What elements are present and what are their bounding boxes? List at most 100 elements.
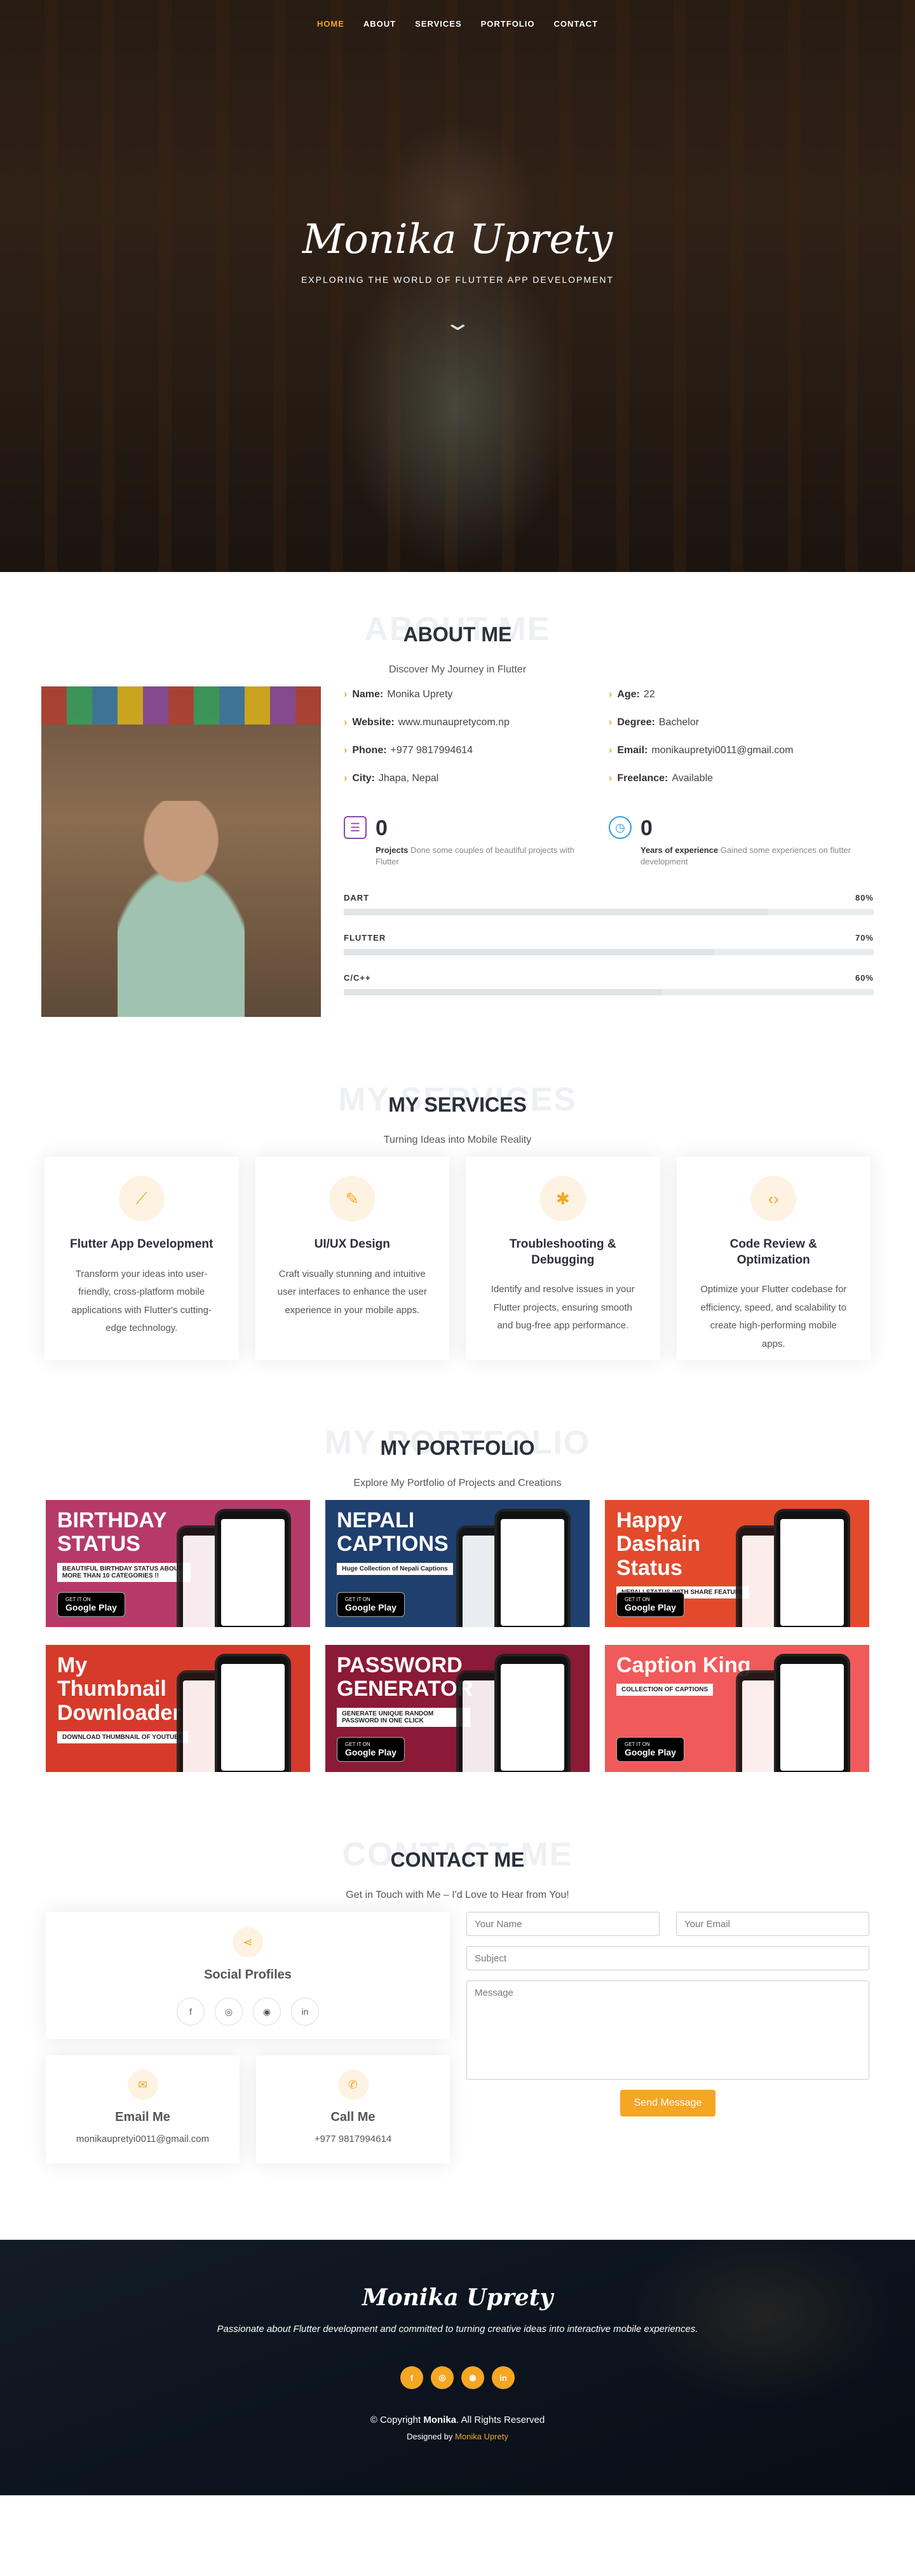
nav-about[interactable]: ABOUT xyxy=(363,19,396,29)
count-text: Years of experience Gained some experien… xyxy=(640,845,857,868)
skill-name: FLUTTER xyxy=(344,933,386,943)
message-input[interactable]: Message xyxy=(466,1980,869,2080)
contact-cards: ✉ Email Me monikaupretyi0011@gmail.com ✆… xyxy=(46,2055,450,2164)
name-input[interactable]: Your Name xyxy=(466,1912,660,1936)
clock-icon: ◷ xyxy=(609,816,632,839)
nav-contact[interactable]: CONTACT xyxy=(553,19,598,29)
facebook-icon[interactable]: f xyxy=(400,2366,423,2389)
phone-mockup xyxy=(215,1509,291,1627)
play-small: GET IT ON xyxy=(345,1597,370,1602)
bug-icon: ✱ xyxy=(539,1176,586,1222)
chevron-right-icon: › xyxy=(344,745,348,756)
service-desc: Craft visually stunning and intuitive us… xyxy=(277,1268,427,1316)
info-degree: › Degree: Bachelor xyxy=(609,717,874,728)
info-city: › City: Jhapa, Nepal xyxy=(344,773,609,784)
portfolio-item-tag: GENERATE UNIQUE RANDOM PASSWORD IN ONE C… xyxy=(337,1707,470,1727)
chevron-down-icon[interactable]: ⌄ xyxy=(443,310,472,336)
footer-social: f ◎ ◉ in xyxy=(0,2366,915,2389)
info-value: +977 9817994614 xyxy=(390,745,473,756)
email-input[interactable]: Your Email xyxy=(676,1912,869,1936)
portfolio-title: MY PORTFOLIO xyxy=(380,1436,535,1459)
copy-prefix: © Copyright xyxy=(370,2415,421,2425)
google-play-badge: GET IT ON Google Play xyxy=(616,1592,684,1617)
chevron-right-icon: › xyxy=(609,745,613,756)
phone-icon: ✆ xyxy=(337,2069,369,2100)
journal-icon: ☰ xyxy=(344,816,367,839)
count-number: 0 xyxy=(376,816,388,840)
portfolio-item-tag: Huge Collection of Nepali Captions xyxy=(337,1562,453,1575)
service-card[interactable]: ✎ UI/UX Design Craft visually stunning a… xyxy=(255,1157,449,1360)
linkedin-icon[interactable]: in xyxy=(492,2366,515,2389)
chevron-right-icon: › xyxy=(609,689,613,700)
chevron-right-icon: › xyxy=(609,773,613,784)
play-small: GET IT ON xyxy=(65,1597,91,1602)
social-links: f ◎ ◉ in xyxy=(46,1998,450,2026)
skills: DART 80% FLUTTER 70% C/C++ 60% xyxy=(344,893,874,996)
service-desc: Transform your ideas into user-friendly,… xyxy=(71,1268,212,1334)
email-card: ✉ Email Me monikaupretyi0011@gmail.com xyxy=(46,2055,240,2164)
phone-value[interactable]: +977 9817994614 xyxy=(256,2134,450,2144)
main-nav: HOME ABOUT SERVICES PORTFOLIO CONTACT xyxy=(0,19,915,29)
skill-cpp: C/C++ 60% xyxy=(344,973,874,996)
call-title: Call Me xyxy=(330,2110,376,2124)
service-card[interactable]: ⟋ Flutter App Development Transform your… xyxy=(44,1157,239,1360)
nav-services[interactable]: SERVICES xyxy=(415,19,462,29)
about-content: › Name: Monika Uprety › Age: 22 › Website: www… xyxy=(41,686,874,1017)
footer-desc: Passionate about Flutter development and… xyxy=(217,2324,698,2334)
chevron-right-icon: › xyxy=(609,717,613,728)
count-text: Projects Done some couples of beautiful … xyxy=(376,845,592,868)
google-play-badge: GET IT ON Google Play xyxy=(57,1592,125,1617)
flutter-icon: ⟋ xyxy=(118,1176,165,1222)
info-value: Jhapa, Nepal xyxy=(378,773,439,784)
portfolio-item[interactable]: BIRTHDAY STATUS BEAUTIFUL BIRTHDAY STATU… xyxy=(46,1500,310,1627)
designer-link[interactable]: Monika Uprety xyxy=(455,2432,508,2441)
facebook-icon[interactable]: f xyxy=(177,1998,205,2026)
phone-mockup xyxy=(774,1509,850,1627)
hero-section: HOME ABOUT SERVICES PORTFOLIO CONTACT Mo… xyxy=(0,0,915,572)
share-icon: ⋖ xyxy=(233,1927,263,1958)
play-label: Google Play xyxy=(65,1602,117,1612)
linkedin-icon[interactable]: in xyxy=(291,1998,319,2026)
skill-pct: 60% xyxy=(855,973,874,983)
service-title: Troubleshooting & Debugging xyxy=(509,1237,616,1267)
info-label: Freelance: xyxy=(617,773,668,784)
portfolio-item-title: Caption King xyxy=(616,1653,751,1677)
info-label: Name: xyxy=(352,689,384,700)
portfolio-item-title: NEPALI CAPTIONS xyxy=(337,1508,449,1557)
services-grid: ⟋ Flutter App Development Transform your… xyxy=(44,1157,871,1360)
email-value[interactable]: monikaupretyi0011@gmail.com xyxy=(46,2134,240,2144)
contact-subtitle: Get in Touch with Me – I'd Love to Hear … xyxy=(346,1890,569,1900)
service-title: Flutter App Development xyxy=(70,1237,214,1251)
footer-name: Monika Uprety xyxy=(362,2284,553,2311)
email-title: Email Me xyxy=(115,2110,170,2124)
subject-input[interactable]: Subject xyxy=(466,1946,869,1970)
play-label: Google Play xyxy=(345,1602,396,1612)
nav-portfolio[interactable]: PORTFOLIO xyxy=(481,19,535,29)
service-desc: Optimize your Flutter codebase for effic… xyxy=(700,1284,847,1349)
nav-home[interactable]: HOME xyxy=(317,19,344,29)
portfolio-item[interactable]: PASSWORD GENERATOR GENERATE UNIQUE RANDO… xyxy=(325,1645,590,1772)
services-subtitle: Turning Ideas into Mobile Reality xyxy=(383,1135,532,1145)
portfolio-item-title: BIRTHDAY STATUS xyxy=(57,1508,166,1557)
instagram-icon[interactable]: ◎ xyxy=(431,2366,454,2389)
count-label: Projects xyxy=(376,845,409,855)
google-play-badge: GET IT ON Google Play xyxy=(337,1592,405,1617)
service-card[interactable]: ‹› Code Review & Optimization Optimize y… xyxy=(676,1157,871,1360)
portfolio-item[interactable]: Happy Dashain Status NEPALI STATUS WITH … xyxy=(605,1500,869,1627)
phone-mockup xyxy=(494,1509,571,1627)
instagram-icon[interactable]: ◎ xyxy=(215,1998,243,2026)
portfolio-item[interactable]: NEPALI CAPTIONS Huge Collection of Nepal… xyxy=(325,1500,590,1627)
github-icon[interactable]: ◉ xyxy=(461,2366,484,2389)
portfolio-item[interactable]: Caption King COLLECTION OF CAPTIONS GET … xyxy=(605,1645,869,1772)
copy-name: Monika xyxy=(423,2415,457,2425)
send-message-button[interactable]: Send Message xyxy=(620,2090,715,2116)
github-icon[interactable]: ◉ xyxy=(253,1998,281,2026)
portfolio-item[interactable]: My Thumbnail Downloader DOWNLOAD THUMBNA… xyxy=(46,1645,310,1772)
service-card[interactable]: ✱ Troubleshooting & Debugging Identify a… xyxy=(466,1157,660,1360)
portfolio-item-tag: DOWNLOAD THUMBNAIL OF YOUTUBE xyxy=(57,1731,189,1744)
portfolio-item-title: Happy Dashain Status xyxy=(616,1508,701,1580)
skill-bar xyxy=(344,909,874,916)
counts: ☰ 0 Projects Done some couples of beauti… xyxy=(344,816,874,868)
info-label: Website: xyxy=(352,717,395,728)
info-freelance: › Freelance: Available xyxy=(609,773,874,784)
